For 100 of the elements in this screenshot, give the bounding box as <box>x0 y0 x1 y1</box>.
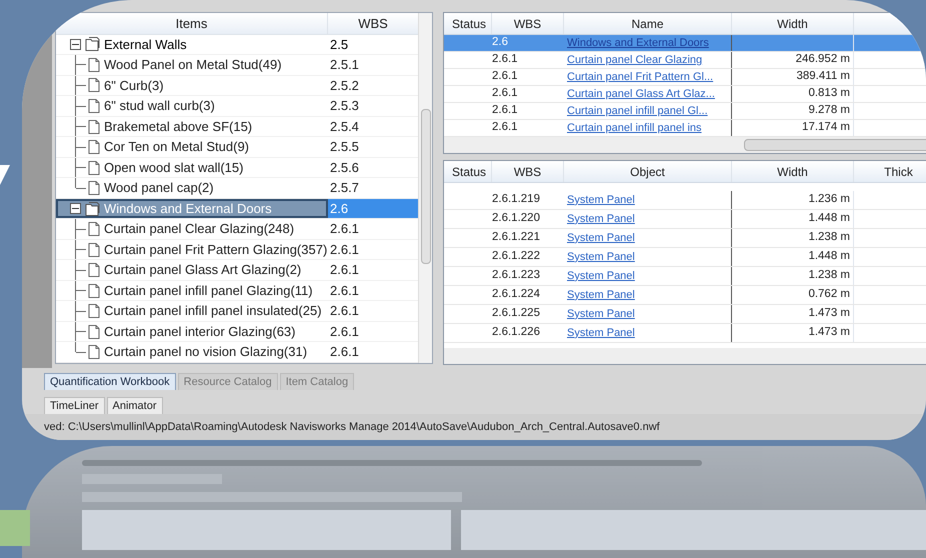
wbs-code: 2.5.1 <box>330 56 359 74</box>
column-header[interactable]: Items <box>56 13 328 34</box>
tree-item[interactable]: 6" Curb(3) <box>104 76 164 96</box>
wbs-code: 2.5 <box>330 36 348 54</box>
column-header[interactable]: WBS <box>492 161 564 182</box>
link[interactable]: System Panel <box>567 192 635 208</box>
table-cell-text: 1.238 m <box>808 268 850 284</box>
expander-icon[interactable] <box>70 203 81 214</box>
tree-item[interactable]: Wood Panel on Metal Stud(49) <box>104 55 282 75</box>
table-cell-text: 1.448 m <box>808 211 850 226</box>
table-cell-text: 0.813 m <box>808 86 850 102</box>
document-icon <box>88 284 100 298</box>
document-icon <box>88 222 100 236</box>
tree-item[interactable]: Brakemetal above SF(15) <box>104 116 252 136</box>
wbs-code: 2.6.1 <box>330 240 359 259</box>
tree-item[interactable]: 6" stud wall curb(3) <box>104 96 215 116</box>
column-header[interactable]: Thick <box>854 161 926 182</box>
document-icon <box>88 58 100 72</box>
table-cell-text: 1.473 m <box>808 306 850 322</box>
tree-item[interactable]: Curtain panel infill panel insulated(25) <box>104 301 322 321</box>
tree-item[interactable]: Curtain panel Frit Pattern Glazing(357) <box>104 240 328 260</box>
link[interactable]: Curtain panel Frit Pattern Gl... <box>567 68 714 86</box>
link[interactable]: System Panel <box>567 306 635 322</box>
link[interactable]: System Panel <box>567 248 635 266</box>
table-cell-text: 2.6 <box>492 35 508 50</box>
document-icon <box>88 304 100 318</box>
column-header[interactable]: Width <box>732 161 854 182</box>
link[interactable]: System Panel <box>567 286 635 304</box>
table-cell-text: 2.6.1.222 <box>492 249 540 264</box>
document-icon <box>88 181 100 196</box>
panel-edge <box>0 510 30 546</box>
wbs-code: 2.6.1 <box>330 220 359 238</box>
tree-item[interactable]: Curtain panel Glass Art Glazing(2) <box>104 260 302 280</box>
tab[interactable]: TimeLiner <box>44 397 104 414</box>
link[interactable]: System Panel <box>567 268 635 284</box>
document-icon <box>88 120 100 134</box>
expander-icon[interactable] <box>70 38 81 50</box>
wbs-code: 2.5.6 <box>330 158 359 177</box>
table-cell-text: 389.411 m <box>796 69 850 84</box>
wbs-code: 2.6.1 <box>330 261 359 280</box>
tree-item[interactable]: Open wood slat wall(15) <box>104 158 244 178</box>
table-cell-text: 2.6.1 <box>492 103 518 118</box>
link[interactable]: Curtain panel Clear Glazing <box>567 52 702 68</box>
table-cell-text: 1.238 m <box>808 230 850 246</box>
wbs-code: 2.6.1 <box>330 343 359 362</box>
table-cell-text: 17.174 m <box>802 120 850 136</box>
table-cell-text: 1.448 m <box>808 249 850 264</box>
folder-icon <box>85 37 101 52</box>
link[interactable]: Curtain panel infill panel ins <box>567 120 702 136</box>
column-header[interactable]: Object <box>564 161 732 182</box>
column-header[interactable]: WBS <box>328 13 418 34</box>
column-header[interactable]: Width <box>732 13 854 34</box>
tree-item[interactable]: Curtain panel interior Glazing(63) <box>104 322 296 342</box>
document-icon <box>88 324 100 339</box>
table-cell-text: 2.6.1.224 <box>492 287 540 302</box>
status-text: ved: C:\Users\mullinl\AppData\Roaming\Autodesk Navisworks Manage 2014\AutoSave\Audubon_Arch_Central.Autosave0.nwf <box>44 420 660 435</box>
tree-item[interactable]: Wood panel cap(2) <box>104 178 214 198</box>
wbs-code: 2.5.4 <box>330 118 359 136</box>
table-cell-text: 1.473 m <box>808 325 850 340</box>
wbs-code: 2.5.3 <box>330 97 359 116</box>
horizontal-scrollbar[interactable] <box>444 137 926 153</box>
link[interactable]: System Panel <box>567 230 635 246</box>
column-header[interactable]: Status <box>444 161 492 182</box>
table-cell-text: 2.6.1 <box>492 69 518 84</box>
scrollbar[interactable] <box>418 13 432 363</box>
tree-item[interactable]: External Walls <box>103 34 188 54</box>
column-header[interactable]: WBS <box>492 13 564 34</box>
link[interactable]: System Panel <box>567 210 635 228</box>
wbs-code: 2.6.1 <box>330 282 359 300</box>
table-cell-text: 2.6.1.225 <box>492 306 540 322</box>
table-cell-text: 2.6.1 <box>492 86 518 102</box>
table-cell-text: 246.952 m <box>796 52 850 68</box>
tab[interactable]: Quantification Workbook <box>44 373 176 390</box>
horizontal-scrollbar[interactable] <box>444 348 926 364</box>
tree-item[interactable]: Curtain panel infill panel Glazing(11) <box>104 280 313 300</box>
document-icon <box>88 140 100 154</box>
table-cell-text: 0.762 m <box>808 287 850 302</box>
link[interactable]: Curtain panel Glass Art Glaz... <box>567 86 715 102</box>
table-cell-text: 2.6.1.223 <box>492 268 540 284</box>
folder-icon <box>85 202 101 216</box>
table-cell-text: 9.278 m <box>808 103 850 118</box>
document-icon <box>88 242 100 257</box>
wbs-code: 2.6 <box>330 200 348 218</box>
document-icon <box>88 78 100 92</box>
table-cell-text: 2.6.1.220 <box>492 211 540 226</box>
document-icon <box>88 99 100 113</box>
table-cell-text: 2.6.1 <box>492 120 518 136</box>
link[interactable]: Curtain panel infill panel Gl... <box>567 102 708 120</box>
column-header[interactable]: Name <box>564 13 732 34</box>
link[interactable]: System Panel <box>567 324 635 342</box>
tab[interactable]: Animator <box>106 397 163 414</box>
wbs-code: 2.5.5 <box>330 138 359 156</box>
wbs-code: 2.6.1 <box>330 302 359 320</box>
tree-item[interactable]: Cor Ten on Metal Stud(9) <box>104 137 249 157</box>
wbs-code: 2.5.2 <box>330 76 359 95</box>
tree-item[interactable]: Curtain panel Clear Glazing(248) <box>104 219 294 239</box>
column-header[interactable]: Status <box>444 13 492 34</box>
table-cell-text: 1.236 m <box>808 192 850 208</box>
document-icon <box>88 263 100 278</box>
tree-item[interactable]: Curtain panel no vision Glazing(31) <box>104 342 308 362</box>
